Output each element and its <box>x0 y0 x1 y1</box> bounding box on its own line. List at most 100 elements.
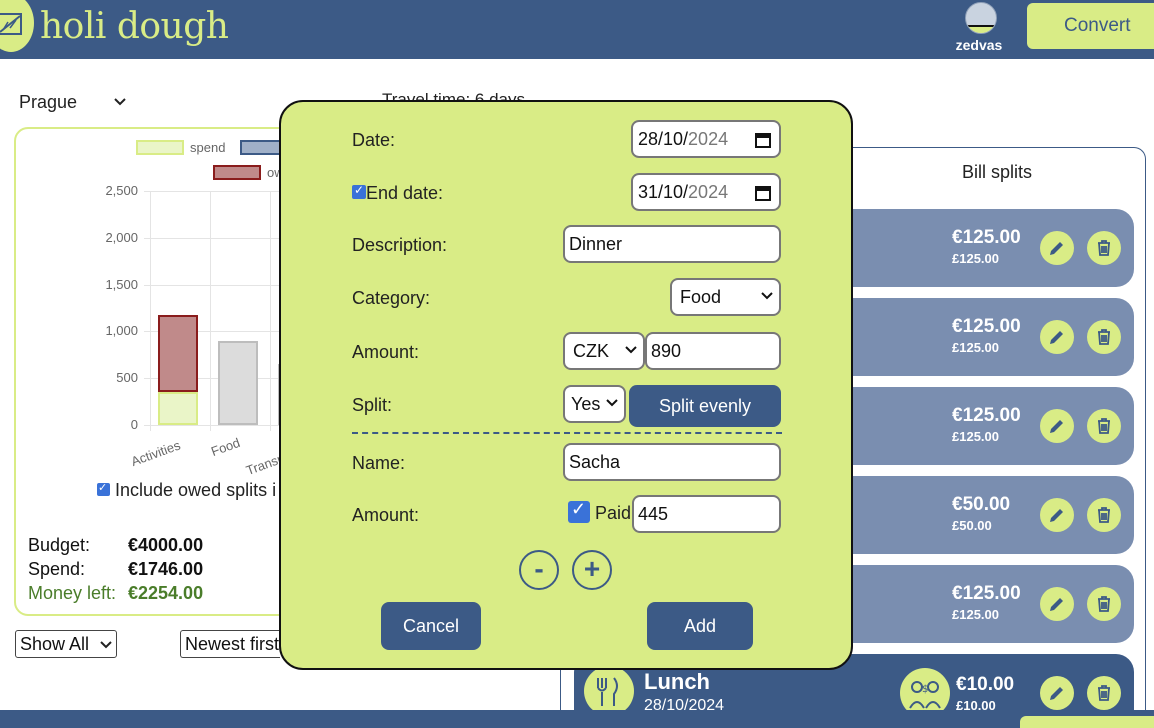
expense-amount: €125.00 <box>952 227 1021 248</box>
x-tick-label: Activities <box>129 437 183 470</box>
end-date-label: End date: <box>366 183 444 203</box>
date-label: Date: <box>352 130 396 150</box>
split-select[interactable]: Yes <box>563 385 626 423</box>
chart-gridline <box>144 425 300 426</box>
tab-bill-splits-label: Bill splits <box>962 162 1033 182</box>
legend-spend-swatch[interactable] <box>136 140 184 155</box>
include-owed-checkbox[interactable] <box>97 481 110 496</box>
split-label: Split: <box>352 395 393 415</box>
delete-button[interactable] <box>1087 676 1121 710</box>
x-tick-label: Food <box>209 434 242 460</box>
delete-button[interactable] <box>1087 231 1121 265</box>
city-select[interactable]: Prague <box>14 88 134 116</box>
chevron-down-icon <box>114 88 126 116</box>
expense-title: Lunch <box>644 669 710 694</box>
delete-button[interactable] <box>1087 587 1121 621</box>
delete-button[interactable] <box>1087 320 1121 354</box>
spend-bar[interactable] <box>218 340 258 425</box>
trash-icon <box>1098 596 1110 612</box>
tab-bill-splits[interactable]: Bill splits <box>840 147 1146 197</box>
include-owed-label: Include owed splits i <box>115 480 277 500</box>
budget-value: €4000.00 <box>128 535 204 555</box>
date-year: 2024 <box>688 129 729 149</box>
owed-bar[interactable] <box>158 315 198 393</box>
avatar[interactable] <box>965 2 997 34</box>
expense-amount: €50.00 <box>952 494 1011 515</box>
add-person-button[interactable]: + <box>572 550 612 590</box>
end-date-day-month: 31/10/ <box>638 182 689 202</box>
chevron-down-icon <box>625 334 637 368</box>
chart-gridline <box>144 237 300 239</box>
sort-select[interactable]: Newest first <box>180 630 280 658</box>
username[interactable]: zedvas <box>955 37 1003 53</box>
currency-select[interactable]: CZK <box>563 332 645 370</box>
split-divider <box>352 432 782 434</box>
chart-vgridline <box>270 191 271 431</box>
money-left-label: Money left: <box>28 583 117 603</box>
pencil-icon <box>1050 420 1063 433</box>
spend-bar[interactable] <box>158 392 198 425</box>
edit-button[interactable] <box>1040 409 1074 443</box>
remove-person-button[interactable]: - <box>519 550 559 590</box>
add-button[interactable]: Add <box>647 602 753 650</box>
legend-spend-label[interactable]: spend <box>190 140 225 155</box>
pencil-icon <box>1050 598 1063 611</box>
split-evenly-button[interactable]: Split evenly <box>629 385 781 427</box>
cancel-button[interactable]: Cancel <box>381 602 481 650</box>
end-date-input[interactable]: 31/10/2024 <box>631 173 781 211</box>
category-select[interactable]: Food <box>670 278 781 316</box>
include-owed-checkbox-row[interactable]: Include owed splits i <box>97 480 276 501</box>
budget-label: Budget: <box>28 535 91 555</box>
edit-button[interactable] <box>1040 320 1074 354</box>
expense-amount: €125.00 <box>952 583 1021 604</box>
paid-checkbox-row[interactable]: Paid <box>568 499 631 525</box>
amount-label: Amount: <box>352 342 420 362</box>
y-tick-label: 2,000 <box>105 229 138 245</box>
convert-button[interactable]: Convert <box>1027 3 1154 49</box>
end-date-label-row[interactable]: End date: <box>352 183 443 204</box>
edit-button[interactable] <box>1040 587 1074 621</box>
delete-button[interactable] <box>1087 409 1121 443</box>
trash-icon <box>1098 418 1110 434</box>
y-tick-label: 1,000 <box>105 323 138 339</box>
split-name-input[interactable]: Sacha <box>563 443 781 481</box>
currency-select-value: CZK <box>573 341 609 361</box>
y-tick-label: 2,500 <box>105 183 138 198</box>
end-date-year: 2024 <box>688 182 729 202</box>
date-day-month: 28/10/ <box>638 129 689 149</box>
edit-button[interactable] <box>1040 498 1074 532</box>
legend-owed-swatch[interactable] <box>213 165 261 180</box>
pencil-icon <box>1050 509 1063 522</box>
date-input[interactable]: 28/10/2024 <box>631 120 781 158</box>
show-filter-select[interactable]: Show All <box>15 630 117 658</box>
amount-input[interactable]: 890 <box>645 332 781 370</box>
expense-converted-amount: £125.00 <box>952 251 999 266</box>
edit-button[interactable] <box>1040 676 1074 710</box>
calendar-icon[interactable] <box>755 185 771 201</box>
trash-icon <box>1098 507 1110 523</box>
money-left-value: €2254.00 <box>128 583 204 603</box>
spend-label: Spend: <box>28 559 86 579</box>
sort-select-value: Newest first <box>185 634 280 654</box>
split-amount-input[interactable]: 445 <box>632 495 781 533</box>
pencil-icon <box>1050 687 1063 700</box>
app-logo-text: holi dough <box>40 6 229 47</box>
calendar-icon[interactable] <box>755 132 771 148</box>
trash-icon <box>1098 685 1110 701</box>
city-select-value: Prague <box>19 92 78 112</box>
end-date-checkbox[interactable] <box>352 183 366 200</box>
budget-stats: Budget: €4000.00 Spend: €1746.00 Money lef… <box>28 533 203 605</box>
description-label: Description: <box>352 235 448 255</box>
chart-gridline <box>144 191 300 192</box>
logo-icon <box>0 0 34 52</box>
footer-button[interactable] <box>1020 716 1154 728</box>
delete-button[interactable] <box>1087 498 1121 532</box>
expense-converted-amount: £125.00 <box>952 607 999 622</box>
edit-button[interactable] <box>1040 231 1074 265</box>
show-filter-value: Show All <box>20 634 90 654</box>
expense-amount: €125.00 <box>952 316 1021 337</box>
paid-checkbox[interactable] <box>568 499 590 524</box>
trash-icon <box>1098 329 1110 345</box>
y-tick-label: 0 <box>130 417 138 432</box>
description-input[interactable]: Dinner <box>563 225 781 263</box>
